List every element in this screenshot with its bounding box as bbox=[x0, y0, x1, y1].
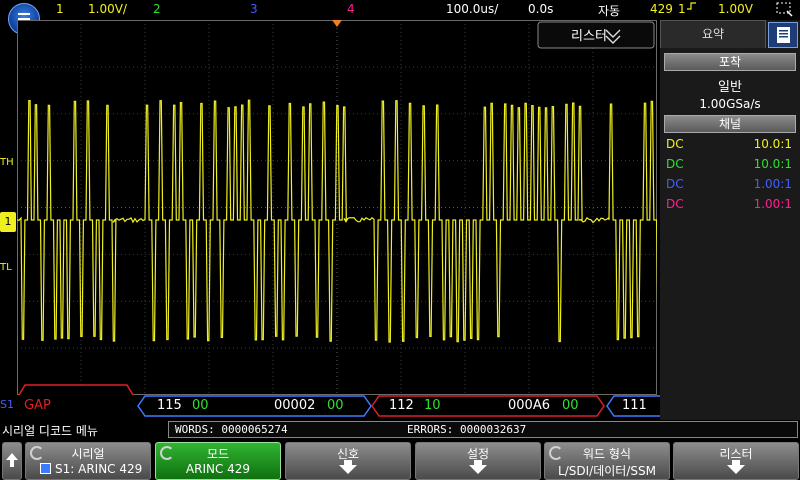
serial-softkey[interactable]: 시리얼 S1: ARINC 429 bbox=[25, 442, 151, 480]
sample-rate: 1.00GSa/s bbox=[699, 97, 761, 111]
trigger-source-value: 1 bbox=[678, 2, 686, 16]
ch4-coupling: DC bbox=[666, 197, 684, 211]
word-format-value: L/SDI/데이터/SSM bbox=[558, 464, 656, 478]
summary-panel: 요약 포착 일반 1.00GSa/s 채널 DC 10.0:1 DC 10.0:… bbox=[660, 20, 800, 420]
word1-data: 00002 bbox=[274, 398, 316, 413]
word1-ssm: 00 bbox=[327, 398, 344, 413]
errors-count: ERRORS: 0000032637 bbox=[407, 423, 527, 436]
decode-counters: WORDS: 0000065274 ERRORS: 0000032637 bbox=[168, 421, 798, 438]
acquire-mode: 일반 bbox=[718, 80, 742, 95]
back-button[interactable] bbox=[2, 442, 22, 480]
screen-select-icon[interactable] bbox=[776, 2, 794, 18]
trigger-level[interactable]: 1.00V bbox=[718, 2, 753, 16]
channel-row-2: DC 10.0:1 bbox=[666, 156, 792, 174]
ch4-probe: 1.00:1 bbox=[753, 197, 792, 211]
trig-low-marker[interactable]: TL bbox=[0, 262, 16, 278]
trigger-mode[interactable]: 자동 bbox=[598, 2, 620, 19]
timebase[interactable]: 100.0us/ bbox=[446, 2, 498, 16]
waveform-display[interactable]: 리스터 bbox=[17, 20, 657, 395]
panel-tabs: 요약 bbox=[660, 20, 800, 48]
ch3-probe: 1.00:1 bbox=[753, 177, 792, 191]
listener-softkey[interactable]: 리스터 bbox=[673, 442, 799, 480]
ch2-coupling: DC bbox=[666, 157, 684, 171]
serial-color-swatch bbox=[40, 463, 51, 474]
word1-label: 115 bbox=[157, 398, 182, 413]
word-format-title: 워드 형식 bbox=[583, 447, 631, 461]
channel-header: 채널 bbox=[664, 115, 796, 133]
signal-softkey[interactable]: 신호 bbox=[285, 442, 411, 480]
serial-value-text: S1: ARINC 429 bbox=[55, 462, 143, 476]
softkey-bar: 시리얼 S1: ARINC 429 모드 ARINC 429 신호 설정 워드 … bbox=[0, 440, 800, 480]
word2-sdi: 10 bbox=[424, 398, 441, 413]
settings-softkey[interactable]: 설정 bbox=[415, 442, 541, 480]
ch1-marker-text: 1 bbox=[4, 215, 12, 228]
tab-summary[interactable]: 요약 bbox=[660, 20, 766, 48]
mode-softkey[interactable]: 모드 ARINC 429 bbox=[155, 442, 281, 480]
menu-title: 시리얼 디코드 메뉴 bbox=[2, 424, 98, 438]
word2-label: 112 bbox=[389, 398, 414, 413]
submenu-arrow-icon bbox=[469, 465, 487, 474]
trig-high-marker[interactable]: TH bbox=[0, 157, 16, 173]
ch1-label[interactable]: 1 bbox=[56, 2, 64, 16]
serial-bus-marker[interactable]: S1 bbox=[0, 398, 16, 414]
delay[interactable]: 0.0s bbox=[528, 2, 553, 16]
ch2-probe: 10.0:1 bbox=[753, 157, 792, 171]
gap-packet bbox=[18, 384, 134, 395]
mode-value: ARINC 429 bbox=[185, 462, 251, 476]
gap-text: GAP bbox=[24, 398, 51, 413]
serial-value: S1: ARINC 429 bbox=[26, 462, 150, 476]
ch1-probe: 10.0:1 bbox=[753, 137, 792, 151]
ch4-label[interactable]: 4 bbox=[347, 2, 355, 16]
word-format-softkey[interactable]: 워드 형식 L/SDI/데이터/SSM bbox=[544, 442, 670, 480]
acq-count: 429 bbox=[650, 2, 673, 16]
channel-row-3: DC 1.00:1 bbox=[666, 176, 792, 194]
channel-row-1: DC 10.0:1 bbox=[666, 136, 792, 154]
ch3-coupling: DC bbox=[666, 177, 684, 191]
ch1-scale[interactable]: 1.00V/ bbox=[88, 2, 127, 16]
ch1-ground-marker[interactable]: 1 bbox=[0, 212, 16, 232]
words-count: WORDS: 0000065274 bbox=[175, 423, 288, 436]
listener-label: 리스터 bbox=[571, 29, 607, 44]
trig-high-marker-text: TH bbox=[0, 157, 14, 168]
channel-row-4: DC 1.00:1 bbox=[666, 196, 792, 214]
mode-title: 모드 bbox=[206, 447, 230, 461]
back-up-arrow-icon bbox=[6, 453, 18, 467]
tab-summary-label: 요약 bbox=[701, 27, 725, 41]
status-bar: 1 1.00V/ 2 3 4 100.0us/ 0.0s 자동 429 1 1.… bbox=[0, 0, 800, 20]
word3-label: 111 bbox=[622, 398, 647, 413]
listener-control[interactable]: 리스터 bbox=[537, 21, 655, 49]
document-icon bbox=[777, 27, 790, 43]
trig-low-marker-text: TL bbox=[0, 262, 12, 273]
ch1-coupling: DC bbox=[666, 137, 684, 151]
rising-edge-icon bbox=[686, 2, 696, 10]
serial-title: 시리얼 bbox=[71, 447, 105, 461]
decode-bus bbox=[18, 384, 134, 395]
word1-sdi: 00 bbox=[192, 398, 209, 413]
trigger-source[interactable]: 1 bbox=[678, 2, 697, 16]
decode-status-strip: 시리얼 디코드 메뉴 WORDS: 0000065274 ERRORS: 000… bbox=[0, 421, 800, 439]
tab-docs[interactable] bbox=[768, 22, 798, 48]
ch2-label[interactable]: 2 bbox=[153, 2, 161, 16]
ch3-label[interactable]: 3 bbox=[250, 2, 258, 16]
submenu-arrow-icon bbox=[727, 465, 745, 474]
word2-ssm: 00 bbox=[562, 398, 579, 413]
word2-data: 000A6 bbox=[508, 398, 550, 413]
submenu-arrow-icon bbox=[339, 465, 357, 474]
serial-marker-text: S1 bbox=[0, 398, 14, 411]
acquire-header: 포착 bbox=[664, 53, 796, 71]
